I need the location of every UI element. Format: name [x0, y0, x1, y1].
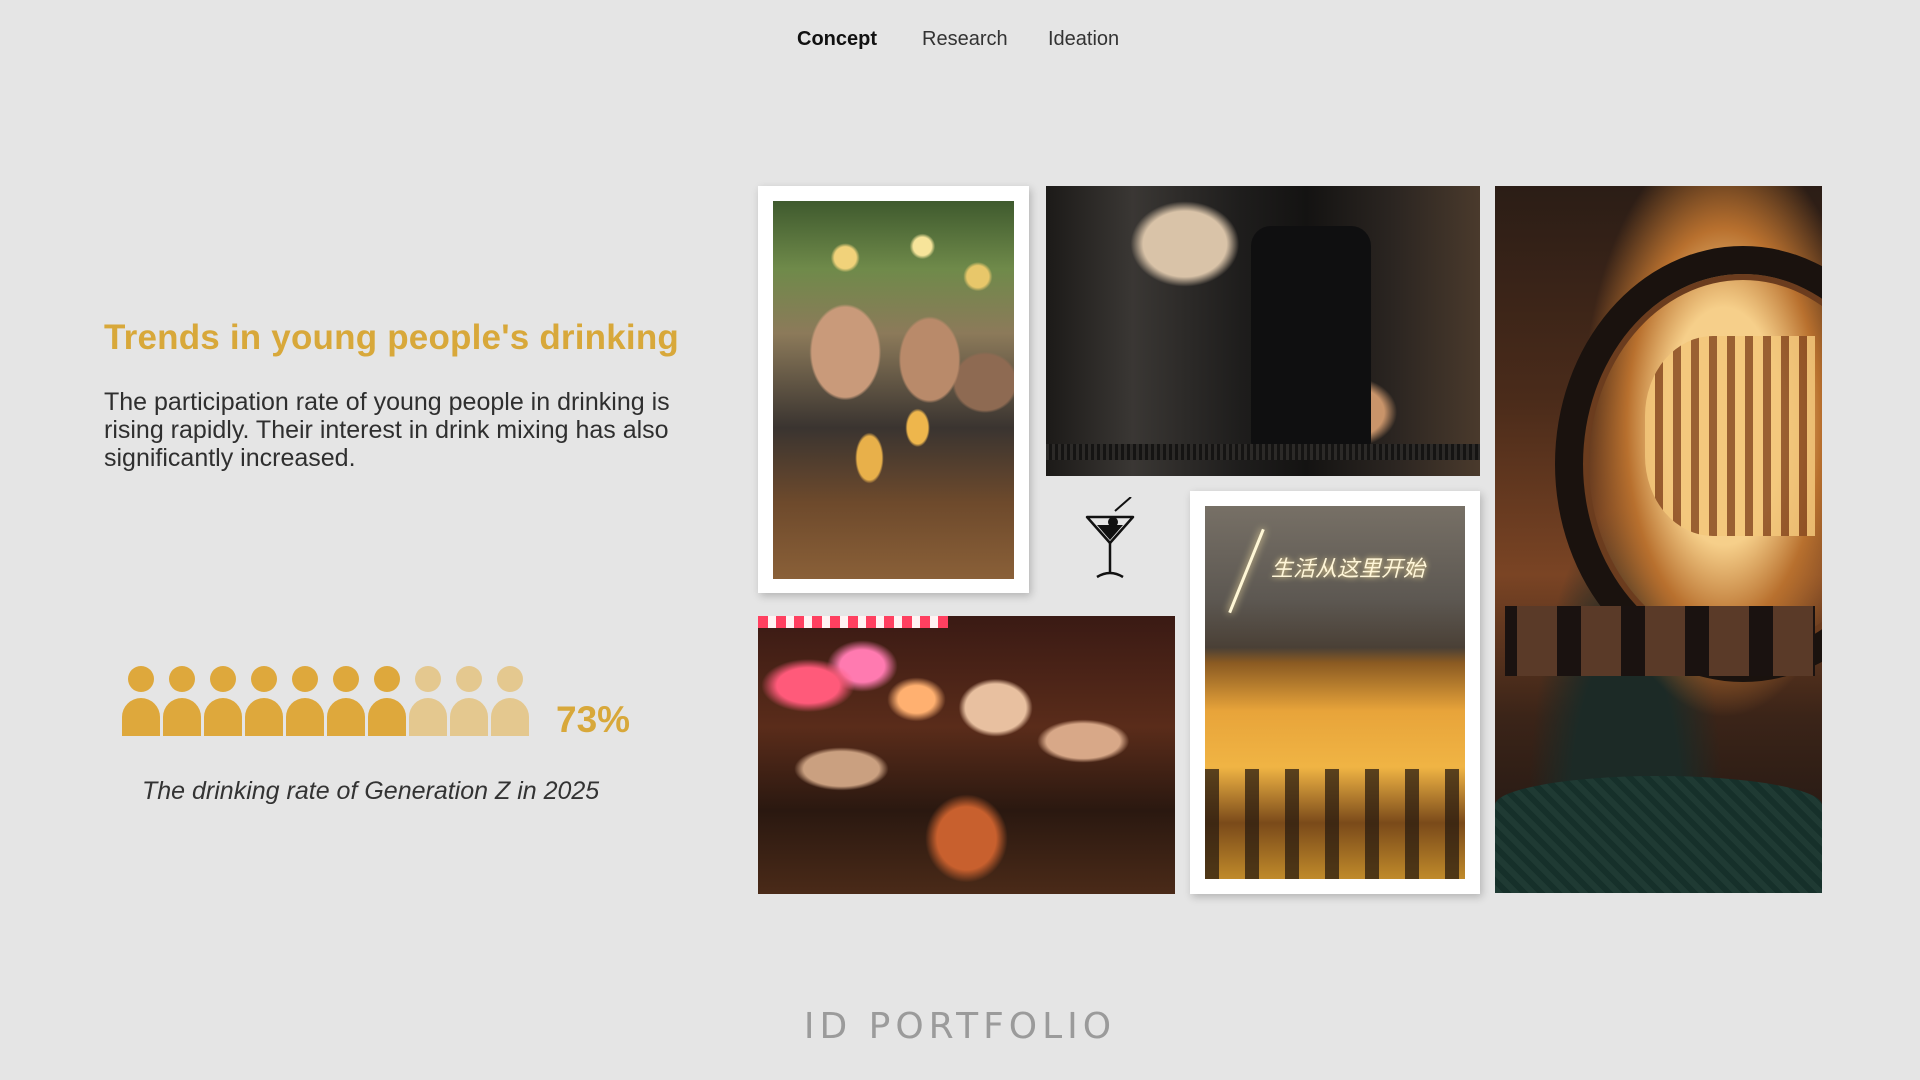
stat-caption: The drinking rate of Generation Z in 202…: [142, 777, 600, 805]
person-head: [210, 666, 236, 692]
wall-frames: [1505, 606, 1815, 676]
person-body: [163, 698, 201, 736]
person-head: [128, 666, 154, 692]
person-body: [368, 698, 406, 736]
neon-sign-strip: [758, 616, 948, 628]
person-icon-filled: [368, 666, 406, 736]
person-head: [374, 666, 400, 692]
photo-bar-entrance-image: 生活从这里开始: [1205, 506, 1465, 879]
stat-percentage: 73%: [556, 699, 631, 740]
person-icon-empty: [409, 666, 447, 736]
photo-friends-toasting: [758, 186, 1029, 593]
person-icon-filled: [245, 666, 283, 736]
person-head: [456, 666, 482, 692]
person-body: [327, 698, 365, 736]
person-head: [333, 666, 359, 692]
lit-slats: [1645, 336, 1815, 536]
person-icon-filled: [204, 666, 242, 736]
footer-portfolio-label: ID PORTFOLIO: [803, 1006, 1117, 1047]
person-icon-empty: [491, 666, 529, 736]
photo-bar-interior: [1495, 186, 1822, 893]
martini-glass-icon: [1085, 497, 1135, 579]
person-body: [245, 698, 283, 736]
photo-bar-entrance: 生活从这里开始: [1190, 491, 1480, 894]
seated-patrons: [1205, 769, 1465, 879]
person-body: [491, 698, 529, 736]
bar-counter: [1046, 444, 1480, 460]
person-icon-empty: [450, 666, 488, 736]
person-body: [122, 698, 160, 736]
section-description: The participation rate of young people i…: [104, 388, 670, 472]
person-body: [286, 698, 324, 736]
nav-item-research[interactable]: Research: [922, 24, 1008, 54]
people-pictogram: [122, 666, 532, 736]
nav-item-ideation[interactable]: Ideation: [1048, 24, 1119, 54]
person-icon-filled: [286, 666, 324, 736]
photo-bartender-pouring: [1046, 186, 1480, 476]
bar-counter-curved: [1495, 776, 1822, 893]
person-body: [450, 698, 488, 736]
neon-sign-text: 生活从这里开始: [1271, 557, 1426, 582]
photo-friends-toasting-image: [773, 201, 1014, 579]
person-icon-filled: [327, 666, 365, 736]
section-title: Trends in young people's drinking: [104, 318, 679, 357]
photo-neon-bar-friends: [758, 616, 1175, 894]
person-head: [292, 666, 318, 692]
person-head: [169, 666, 195, 692]
person-icon-filled: [122, 666, 160, 736]
top-nav: Concept Research Ideation: [0, 24, 1920, 54]
nav-item-concept[interactable]: Concept: [797, 24, 877, 54]
person-head: [497, 666, 523, 692]
person-icon-filled: [163, 666, 201, 736]
bartender-apron: [1251, 226, 1371, 446]
person-body: [409, 698, 447, 736]
person-body: [204, 698, 242, 736]
person-head: [415, 666, 441, 692]
neon-line: [1228, 528, 1265, 614]
person-head: [251, 666, 277, 692]
